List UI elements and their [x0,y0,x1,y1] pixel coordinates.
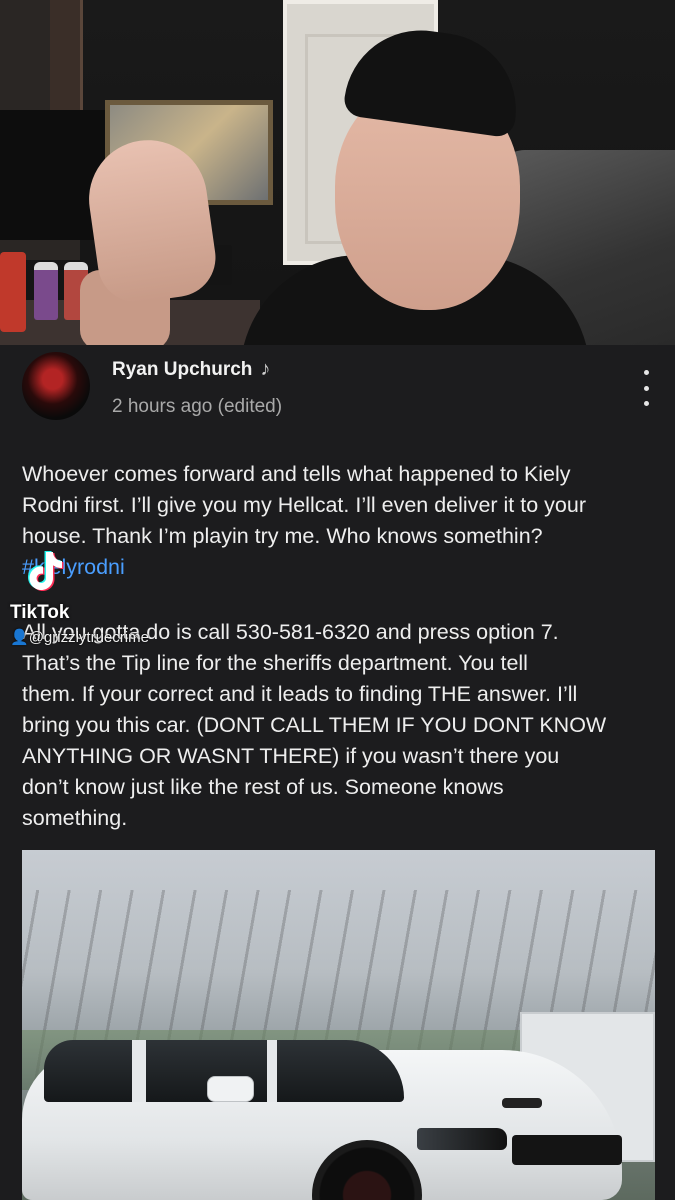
author-row[interactable]: Ryan Upchurch ♪ [112,358,270,381]
author-name[interactable]: Ryan Upchurch [112,359,252,381]
user-icon: 👤 [10,629,29,646]
dot [643,401,649,406]
post-paragraph-1: Whoever comes forward and tells what hap… [22,462,586,548]
watermark-username: @grizzlytruecrime [28,629,149,646]
monitor [0,110,105,240]
video-frame [0,0,675,345]
hood-vent [502,1098,542,1108]
car-pillar [267,1040,277,1102]
music-note-icon: ♪ [260,358,271,380]
dot [643,370,649,375]
tiktok-watermark-brand: TikTok [10,602,70,623]
tiktok-logo-icon [28,551,64,591]
post-image[interactable] [22,850,655,1200]
tiktok-watermark-user: 👤@grizzlytruecrime [10,628,149,646]
dot [643,385,649,391]
shelf [50,0,83,110]
car-pillar [132,1040,146,1102]
post-paragraph-2: All you gotta do is call 530-581-6320 an… [22,620,607,830]
bottle [34,262,58,320]
car-mirror [207,1076,254,1102]
post-timestamp: 2 hours ago (edited) [112,396,283,417]
car-grille [512,1135,622,1165]
car-headlight [417,1128,507,1150]
avatar[interactable] [22,352,90,420]
red-can [0,252,26,332]
more-vertical-icon[interactable] [634,370,658,406]
